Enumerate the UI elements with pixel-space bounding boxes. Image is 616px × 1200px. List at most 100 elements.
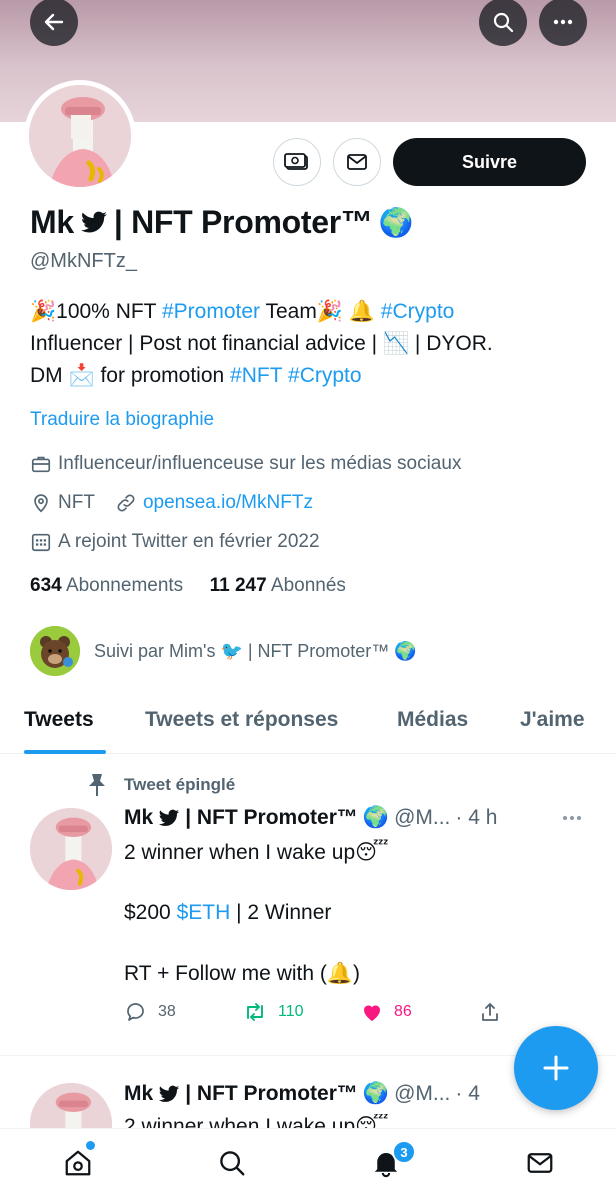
share-icon	[482, 1003, 498, 1021]
website-link[interactable]: opensea.io/MkNFTz	[143, 492, 313, 514]
like-count: 86	[394, 1003, 412, 1020]
briefcase-icon	[31, 456, 51, 473]
bird-icon	[159, 1085, 180, 1102]
followed-by-text: Suivi par Mim's 🐦 | NFT Promoter™ 🌍	[94, 640, 417, 661]
tweet-header: Mk | NFT Promoter™ 🌍 @M... · 4 h	[124, 806, 497, 830]
tips-button[interactable]	[273, 138, 321, 186]
tweet-author-name[interactable]: Mk	[124, 806, 153, 830]
profile-tabs: Tweets Tweets et réponses Médias J'aime	[0, 688, 616, 754]
tweet-text-line: RT + Follow me with (🔔)	[124, 962, 361, 985]
follower-avatar	[30, 626, 80, 676]
following-count: 634	[30, 575, 62, 596]
bio-text: DM 📩 for promotion	[30, 364, 231, 387]
heart-icon	[364, 1005, 380, 1021]
location-pin-icon	[34, 494, 48, 513]
calendar-icon	[31, 533, 51, 552]
globe-icon: 🌍	[378, 207, 414, 238]
like-button[interactable]: 86	[360, 1000, 412, 1024]
profile-name-text: Mk	[30, 204, 74, 240]
home-unread-dot	[86, 1141, 95, 1150]
mail-icon	[527, 1153, 553, 1173]
tab-tweets-replies[interactable]: Tweets et réponses	[145, 708, 338, 732]
tab-media[interactable]: Médias	[397, 708, 468, 732]
avatar-image	[29, 85, 131, 187]
translate-bio-link[interactable]: Traduire la biographie	[30, 409, 214, 431]
retweet-button[interactable]: 110	[242, 1000, 304, 1024]
search-icon	[493, 12, 514, 33]
reply-button[interactable]: 38	[124, 1000, 176, 1024]
hashtag-link[interactable]: #Promoter	[162, 300, 260, 323]
followers-label: Abonnés	[270, 575, 346, 596]
globe-icon: 🌍	[362, 806, 390, 829]
tweet-text-line: 2 winner when I wake up😴	[124, 1115, 389, 1128]
profile-handle: @MkNFTz_	[30, 250, 137, 272]
globe-icon: 🌍	[362, 1082, 390, 1105]
profile-joined: A rejoint Twitter en février 2022	[30, 531, 320, 553]
tab-likes[interactable]: J'aime	[520, 708, 585, 732]
money-icon	[284, 153, 308, 170]
tweet-text-line: 2 winner when I wake up😴	[124, 841, 389, 864]
location-text: NFT	[58, 492, 95, 513]
arrow-left-icon	[44, 13, 64, 31]
tweet-handle: @M...	[394, 806, 451, 829]
nav-search[interactable]	[212, 1143, 252, 1183]
plus-icon	[543, 1055, 569, 1081]
category-text: Influenceur/influenceuse sur les médias …	[58, 453, 462, 474]
profile-location-row: NFT opensea.io/MkNFTz	[30, 492, 313, 514]
tweet-header: Mk | NFT Promoter™ 🌍 @M... · 4	[124, 1082, 480, 1106]
reply-count: 38	[158, 1003, 176, 1020]
tab-tweets[interactable]: Tweets	[24, 708, 94, 732]
cashtag-link[interactable]: $ETH	[177, 901, 231, 924]
tweet-author-suffix: | NFT Promoter™	[185, 1082, 358, 1105]
compose-tweet-button[interactable]	[514, 1026, 598, 1110]
bio-text: 🎉100% NFT	[30, 300, 162, 323]
profile-bio: 🎉100% NFT #Promoter Team🎉 🔔 #Crypto Infl…	[30, 296, 590, 392]
following-label: Abonnements	[65, 575, 184, 596]
tweet-author-name[interactable]: Mk	[124, 1082, 153, 1106]
bottom-navigation	[0, 1128, 616, 1200]
back-button[interactable]	[30, 0, 78, 46]
bio-text: Team🎉 🔔	[260, 300, 381, 323]
tweet-handle: @M...	[394, 1082, 451, 1105]
pinned-text: Tweet épinglé	[124, 775, 236, 794]
message-button[interactable]	[333, 138, 381, 186]
followers-count: 11 247	[209, 575, 267, 596]
tweet-text: $200	[124, 901, 177, 924]
followed-by-row[interactable]: Suivi par Mim's 🐦 | NFT Promoter™ 🌍	[30, 626, 417, 676]
tweet-author-suffix: | NFT Promoter™	[185, 806, 358, 829]
more-button[interactable]	[539, 0, 587, 46]
avatar-image	[30, 808, 112, 890]
bear-avatar-image	[30, 626, 80, 676]
notifications-badge: 3	[392, 1140, 416, 1164]
more-icon	[553, 19, 573, 25]
profile-avatar[interactable]	[24, 80, 136, 192]
following-link[interactable]: 634 Abonnements	[30, 575, 183, 596]
hashtag-link[interactable]: #Crypto	[288, 364, 362, 387]
hashtag-link[interactable]: #Crypto	[381, 300, 455, 323]
follow-counts: 634 Abonnements 11 247 Abonnés	[30, 575, 346, 597]
reply-icon	[127, 1003, 144, 1021]
nav-messages[interactable]	[520, 1143, 560, 1183]
tweet-time: · 4 h	[455, 806, 498, 829]
tweet-actions: 38 110 86	[124, 1000, 514, 1030]
home-icon	[65, 1150, 91, 1176]
tweet-text: | 2 Winner	[230, 901, 332, 924]
search-icon	[220, 1151, 245, 1176]
hashtag-link[interactable]: #NFT	[230, 364, 282, 387]
pin-icon	[89, 774, 105, 796]
active-tab-indicator	[24, 750, 106, 754]
bird-icon	[159, 809, 180, 826]
search-button[interactable]	[479, 0, 527, 46]
retweet-count: 110	[278, 1003, 304, 1020]
more-icon	[563, 816, 581, 820]
followers-link[interactable]: 11 247 Abonnés	[210, 575, 346, 596]
profile-category: Influenceur/influenceuse sur les médias …	[30, 453, 461, 475]
tweet-time: · 4	[455, 1082, 480, 1105]
joined-text: A rejoint Twitter en février 2022	[58, 531, 320, 552]
share-button[interactable]	[478, 1000, 502, 1024]
mail-icon	[347, 154, 367, 170]
tweet-avatar[interactable]	[30, 808, 112, 890]
follow-button[interactable]: Suivre	[393, 138, 586, 186]
tweet-more-button[interactable]	[560, 808, 584, 833]
tweet-text-line: $200 $ETH | 2 Winner	[124, 901, 331, 925]
